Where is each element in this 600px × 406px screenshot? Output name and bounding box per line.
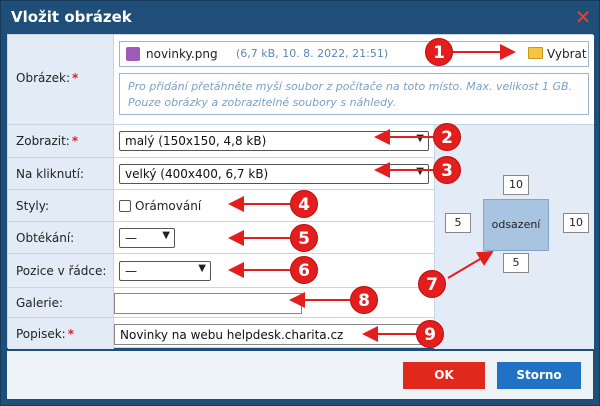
on-click-label-cell: Na kliknutí: — [8, 158, 114, 190]
inline-position-select-value: — — [125, 264, 137, 278]
display-label: Zobrazit: * — [16, 134, 79, 148]
caption-input-value: Novinky na webu helpdesk.charita.cz — [120, 328, 344, 342]
marker-5: 5 — [290, 224, 318, 252]
wrap-label: Obtékání: — [16, 231, 75, 245]
marker-6: 6 — [290, 256, 318, 284]
marker-4: 4 — [290, 190, 318, 218]
marker-7: 7 — [418, 270, 446, 298]
on-click-label: Na kliknutí: — [16, 167, 85, 181]
pick-file-label: Vybrat — [547, 47, 587, 61]
on-click-select-value: velký (400x400, 6,7 kB) — [125, 167, 269, 181]
padding-left-input[interactable]: 5 — [445, 213, 471, 233]
image-label: Obrázek: * — [16, 71, 79, 85]
image-label-cell: Obrázek: * — [8, 35, 114, 125]
inline-position-label: Pozice v řádce: — [16, 264, 107, 278]
padding-panel: 10 5 odsazení 10 5 — [434, 125, 594, 349]
cancel-button[interactable]: Storno — [497, 362, 581, 389]
caption-label-cell: Popisek: * — [8, 318, 114, 349]
display-select[interactable]: malý (150x150, 4,8 kB) ▼ — [119, 131, 429, 151]
marker-9: 9 — [416, 320, 444, 348]
padding-top-input[interactable]: 10 — [503, 175, 529, 195]
dialog-titlebar: Vložit obrázek ✕ — [1, 1, 599, 34]
wrap-select[interactable]: — ▼ — [119, 228, 175, 248]
chevron-down-icon: ▼ — [416, 133, 424, 144]
chevron-down-icon: ▼ — [162, 230, 170, 241]
gallery-input[interactable] — [114, 293, 302, 314]
border-checkbox-label: Orámování — [135, 199, 202, 213]
border-checkbox[interactable] — [119, 200, 131, 212]
file-box: novinky.png (6,7 kB, 10. 8. 2022, 21:51)… — [119, 41, 589, 67]
padding-bottom-input[interactable]: 5 — [503, 253, 529, 273]
pick-file-button[interactable]: Vybrat — [528, 45, 587, 63]
marker-2: 2 — [433, 123, 461, 151]
wrap-select-value: — — [125, 231, 137, 245]
file-meta: (6,7 kB, 10. 8. 2022, 21:51) — [236, 47, 389, 60]
display-select-value: malý (150x150, 4,8 kB) — [125, 134, 267, 148]
wrap-label-cell: Obtékání: — [8, 222, 114, 254]
padding-center-box: odsazení — [483, 199, 549, 251]
caption-label: Popisek: * — [16, 327, 75, 341]
image-file-icon — [126, 47, 140, 61]
ok-button[interactable]: OK — [403, 362, 485, 389]
inline-position-label-cell: Pozice v řádce: — [8, 254, 114, 288]
styles-label-cell: Styly: — [8, 190, 114, 222]
dialog-footer: OK Storno — [7, 351, 593, 399]
chevron-down-icon: ▼ — [416, 166, 424, 177]
inline-position-select[interactable]: — ▼ — [119, 261, 211, 281]
gallery-label: Galerie: — [16, 296, 64, 310]
file-name: novinky.png — [146, 47, 218, 61]
on-click-select[interactable]: velký (400x400, 6,7 kB) ▼ — [119, 164, 429, 184]
chevron-down-icon: ▼ — [198, 263, 206, 274]
display-label-cell: Zobrazit: * — [8, 125, 114, 158]
marker-3: 3 — [433, 156, 461, 184]
close-x-icon[interactable]: ✕ — [573, 7, 593, 27]
drop-zone-hint: Pro přidání přetáhněte myší soubor z poč… — [128, 80, 573, 109]
gallery-label-cell: Galerie: — [8, 288, 114, 318]
folder-icon — [528, 47, 543, 59]
marker-8: 8 — [350, 286, 378, 314]
styles-label: Styly: — [16, 199, 50, 213]
dialog-title: Vložit obrázek — [11, 8, 132, 26]
file-drop-zone[interactable]: Pro přidání přetáhněte myší soubor z poč… — [119, 73, 589, 115]
marker-1: 1 — [425, 38, 453, 66]
padding-right-input[interactable]: 10 — [563, 213, 589, 233]
